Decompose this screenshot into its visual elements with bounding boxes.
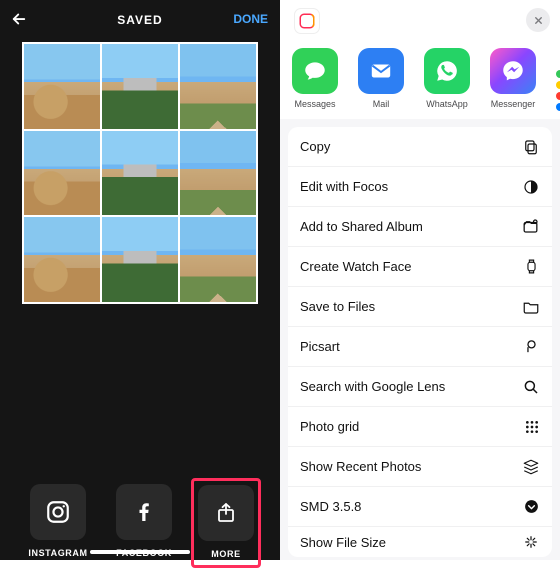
app-messages[interactable]: Messages [286, 48, 344, 109]
grid-icon [524, 419, 540, 435]
collage-tile [24, 131, 100, 216]
row-label: Add to Shared Album [300, 219, 423, 234]
saved-title: SAVED [117, 13, 162, 27]
app-whatsapp[interactable]: WhatsApp [418, 48, 476, 109]
facebook-icon [116, 484, 172, 540]
action-smd[interactable]: SMD 3.5.8 [288, 487, 552, 527]
instagram-label: INSTAGRAM [28, 548, 87, 558]
collage-tile [102, 131, 178, 216]
app-mail[interactable]: Mail [352, 48, 410, 109]
close-button[interactable] [526, 8, 550, 32]
watch-icon [523, 258, 540, 275]
action-file-size[interactable]: Show File Size [288, 527, 552, 557]
actions-list: Copy Edit with Focos Add to Shared Album… [288, 127, 552, 557]
action-save-files[interactable]: Save to Files [288, 287, 552, 327]
stack-icon [522, 458, 540, 476]
whatsapp-label: WhatsApp [426, 99, 468, 109]
action-watch-face[interactable]: Create Watch Face [288, 247, 552, 287]
home-indicator[interactable] [90, 550, 190, 554]
messenger-icon [490, 48, 536, 94]
row-label: Show Recent Photos [300, 459, 421, 474]
done-button[interactable]: DONE [233, 12, 268, 26]
messages-icon [292, 48, 338, 94]
share-more[interactable]: MORE [191, 478, 261, 568]
mail-icon [358, 48, 404, 94]
row-label: Search with Google Lens [300, 379, 445, 394]
share-apps-row: Messages Mail WhatsApp Messenger [280, 42, 560, 119]
collage-tile [180, 217, 256, 302]
messenger-label: Messenger [491, 99, 536, 109]
instagram-icon [30, 484, 86, 540]
row-label: Edit with Focos [300, 179, 388, 194]
collage-tile [180, 131, 256, 216]
back-button[interactable] [10, 10, 28, 28]
collage-tile [24, 44, 100, 129]
share-row: INSTAGRAM FACEBOOK MORE [0, 484, 280, 560]
action-picsart[interactable]: Picsart [288, 327, 552, 367]
collage-canvas [22, 42, 258, 304]
row-label: Photo grid [300, 419, 359, 434]
share-icon [198, 485, 254, 541]
sparkle-icon [522, 533, 540, 551]
copy-icon [522, 138, 540, 156]
action-google-lens[interactable]: Search with Google Lens [288, 367, 552, 407]
shared-album-icon [521, 217, 540, 236]
messages-label: Messages [294, 99, 335, 109]
mail-label: Mail [373, 99, 390, 109]
more-apps-peek [556, 70, 560, 111]
row-label: Picsart [300, 339, 340, 354]
chevron-down-icon [523, 498, 540, 515]
share-facebook[interactable]: FACEBOOK [109, 484, 179, 560]
right-phone: Messages Mail WhatsApp Messenger [280, 0, 560, 560]
app-messenger[interactable]: Messenger [484, 48, 542, 109]
collage-tile [24, 217, 100, 302]
row-label: SMD 3.5.8 [300, 499, 361, 514]
collage-tile [102, 44, 178, 129]
row-label: Create Watch Face [300, 259, 412, 274]
source-app-icon [294, 8, 320, 34]
left-header: SAVED DONE [0, 0, 280, 40]
row-label: Show File Size [300, 535, 386, 550]
collage-tile [102, 217, 178, 302]
share-instagram[interactable]: INSTAGRAM [23, 484, 93, 560]
whatsapp-icon [424, 48, 470, 94]
spacer [0, 304, 280, 412]
action-shared-album[interactable]: Add to Shared Album [288, 207, 552, 247]
action-photo-grid[interactable]: Photo grid [288, 407, 552, 447]
collage-tile [180, 44, 256, 129]
sheet-header [280, 0, 560, 42]
left-phone: SAVED DONE INSTAGRAM [0, 0, 280, 560]
action-copy[interactable]: Copy [288, 127, 552, 167]
action-recent-photos[interactable]: Show Recent Photos [288, 447, 552, 487]
folder-icon [522, 298, 540, 316]
picsart-icon [523, 338, 540, 355]
row-label: Copy [300, 139, 330, 154]
focos-icon [522, 178, 540, 196]
action-edit-focos[interactable]: Edit with Focos [288, 167, 552, 207]
search-icon [522, 378, 540, 396]
more-label: MORE [211, 549, 240, 559]
row-label: Save to Files [300, 299, 375, 314]
